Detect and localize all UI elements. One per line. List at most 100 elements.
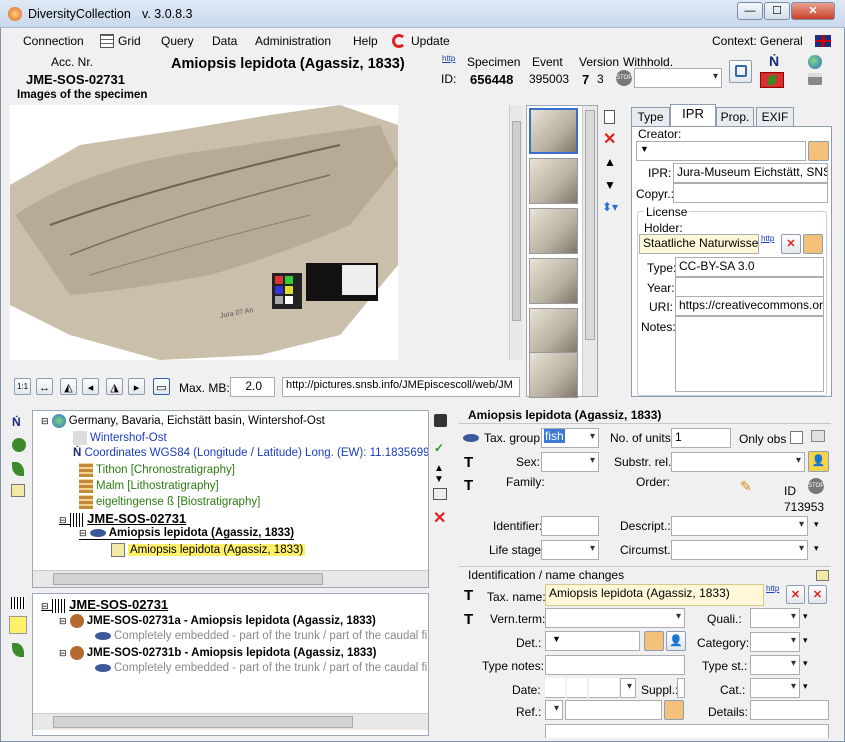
- thumbnail-4[interactable]: [529, 258, 578, 304]
- tree1-hscroll[interactable]: [33, 570, 428, 587]
- menu-query[interactable]: Query: [161, 34, 194, 48]
- det-dropdown-icon[interactable]: ▼: [552, 634, 561, 644]
- image-url-field[interactable]: http://pictures.snsb.info/JMEpiscescoll/…: [282, 377, 520, 397]
- new-image-icon[interactable]: [604, 110, 615, 124]
- det-person-button[interactable]: 👤: [666, 631, 686, 651]
- creator-dropdown-icon[interactable]: ▼: [640, 144, 649, 154]
- thumbnail-5[interactable]: [529, 308, 578, 354]
- people-lookup-button[interactable]: 👤: [808, 451, 829, 472]
- holder-clear-button[interactable]: ✕: [781, 234, 801, 254]
- year-field[interactable]: [675, 277, 824, 297]
- printer-icon[interactable]: [808, 73, 822, 85]
- tree-node-country[interactable]: ⊟ Germany, Bavaria, Eichstätt basin, Win…: [41, 414, 325, 428]
- specimen-image[interactable]: Jura 07 An: [10, 105, 398, 360]
- image-scrollbar[interactable]: [509, 105, 523, 360]
- window-icon[interactable]: ▭: [153, 378, 170, 395]
- date-day-field[interactable]: [545, 678, 565, 698]
- taxgroup-select[interactable]: fish: [541, 428, 599, 448]
- copyr-field[interactable]: [673, 183, 828, 203]
- tree-node-coordinates[interactable]: Ṅ Coordinates WGS84 (Longitude / Latitud…: [73, 447, 428, 459]
- circumst-arrow-icon[interactable]: ▾: [814, 543, 819, 554]
- max-mb-input[interactable]: 2.0: [230, 377, 275, 397]
- date-year-field[interactable]: [589, 678, 619, 698]
- tree-node-identification[interactable]: Amiopsis lepidota (Agassiz, 1833): [111, 543, 306, 557]
- notes-side-icon[interactable]: [9, 616, 27, 634]
- http-link[interactable]: http: [442, 54, 455, 63]
- thumbnail-3[interactable]: [529, 208, 578, 254]
- flip-v-icon[interactable]: ◮: [106, 378, 123, 395]
- maximize-button[interactable]: ☐: [764, 2, 790, 20]
- menu-connection[interactable]: Connection: [23, 34, 84, 48]
- date-month-field[interactable]: [567, 678, 587, 698]
- vernterm-select[interactable]: [545, 608, 685, 628]
- text-tool-icon[interactable]: T: [464, 454, 473, 471]
- holder-lookup-button[interactable]: [803, 234, 823, 254]
- ref-select[interactable]: [545, 700, 563, 720]
- tree2-hscroll[interactable]: [33, 713, 428, 730]
- thumbnail-2[interactable]: [529, 158, 578, 204]
- quali-arrow-icon[interactable]: ▾: [803, 611, 808, 622]
- uri-field[interactable]: https://creativecommons.org/: [675, 296, 824, 316]
- menu-data[interactable]: Data: [212, 34, 237, 48]
- menu-administration[interactable]: Administration: [255, 34, 331, 48]
- details-field[interactable]: [750, 700, 829, 720]
- close-button[interactable]: ✕: [791, 2, 835, 20]
- image-icon[interactable]: [811, 430, 825, 442]
- tree-node-chrono[interactable]: Tithon [Chronostratigraphy]: [79, 463, 235, 477]
- text-tool-icon[interactable]: T: [464, 587, 473, 604]
- tab-ipr[interactable]: IPR: [670, 104, 716, 127]
- move-up-icon[interactable]: ▲: [604, 155, 616, 169]
- only-obs-checkbox[interactable]: [790, 431, 803, 444]
- thumbnail-6[interactable]: [529, 352, 578, 398]
- tab-exif[interactable]: EXIF: [756, 107, 794, 127]
- tree-node-litho[interactable]: Malm [Lithostratigraphy]: [79, 479, 219, 493]
- substr-select[interactable]: [671, 452, 805, 472]
- uk-flag-icon[interactable]: [815, 35, 831, 47]
- category-select[interactable]: [750, 632, 800, 652]
- identifier-field[interactable]: [541, 516, 599, 536]
- sort-icon[interactable]: ⬍▾: [602, 200, 618, 214]
- globe-icon[interactable]: [808, 55, 822, 69]
- menu-update[interactable]: Update: [411, 34, 450, 48]
- zoom-1to1-button[interactable]: 1:1: [14, 378, 31, 395]
- tab-type[interactable]: Type: [631, 107, 670, 127]
- move-up-down-icon[interactable]: ▲ ▼: [434, 463, 444, 485]
- notes-field[interactable]: [675, 316, 824, 392]
- parts-node-specimen[interactable]: ⊟ JME-SOS-02731: [41, 597, 168, 613]
- thumbnail-scrollbar[interactable]: [582, 106, 597, 396]
- text-edit-icon[interactable]: T: [464, 611, 473, 628]
- query-button[interactable]: [729, 60, 752, 83]
- ref-field[interactable]: [565, 700, 662, 720]
- holder-field[interactable]: Staatliche Naturwissensc: [639, 234, 759, 254]
- creator-lookup-button[interactable]: [808, 141, 829, 161]
- tree-node-unit[interactable]: ⊟ Amiopsis lepidota (Agassiz, 1833): [79, 527, 295, 540]
- notes-icon[interactable]: [11, 484, 25, 497]
- parts-node-b[interactable]: ⊟ JME-SOS-02731b - Amiopsis lepidota (Ag…: [59, 646, 376, 660]
- check-icon[interactable]: ✓: [434, 441, 444, 455]
- pencil-icon[interactable]: ✎: [740, 478, 752, 495]
- taxname-delete-button[interactable]: ✕: [808, 585, 827, 604]
- thumbnail-1[interactable]: [529, 108, 578, 154]
- suppl-field[interactable]: [677, 678, 685, 698]
- menu-grid[interactable]: Grid: [118, 34, 141, 48]
- taxname-field[interactable]: Amiopsis lepidota (Agassiz, 1833): [545, 584, 764, 606]
- tree-node-locality[interactable]: Wintershof-Ost: [73, 431, 167, 445]
- cat-arrow-icon[interactable]: ▾: [803, 681, 808, 692]
- date-select[interactable]: [620, 678, 636, 698]
- delete-node-icon[interactable]: ✕: [433, 508, 446, 528]
- rotate-left-icon[interactable]: ◂: [82, 378, 99, 395]
- circumst-select[interactable]: [671, 540, 808, 560]
- ref-lookup-button[interactable]: [664, 700, 684, 720]
- taxname-clear-button[interactable]: ✕: [786, 585, 805, 604]
- delete-image-icon[interactable]: ✕: [603, 129, 616, 149]
- tree-node-bio[interactable]: eigeltingense ß [Biostratigraphy]: [79, 495, 260, 509]
- move-down-icon[interactable]: ▼: [604, 178, 616, 192]
- people-icon[interactable]: [12, 438, 26, 452]
- save-icon[interactable]: [434, 414, 447, 427]
- rotate-right-icon[interactable]: ▸: [128, 378, 145, 395]
- quali-select[interactable]: [750, 608, 800, 628]
- n-arrow-side-icon[interactable]: Ṅ: [12, 415, 21, 429]
- holder-http-link[interactable]: http: [761, 234, 774, 243]
- det-lookup-button[interactable]: [644, 631, 664, 651]
- units-field[interactable]: 1: [671, 428, 731, 448]
